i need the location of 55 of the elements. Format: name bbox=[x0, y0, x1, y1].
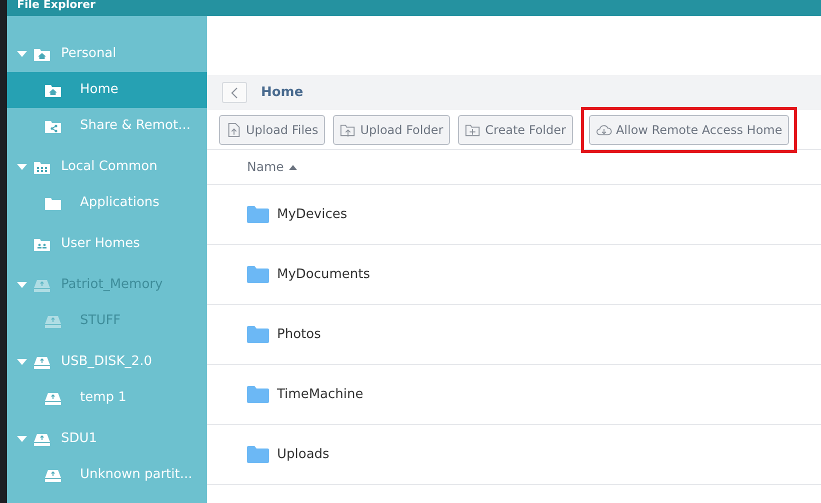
share-folder-icon bbox=[44, 118, 62, 134]
cloud-download-icon bbox=[596, 122, 612, 138]
file-row[interactable]: Uploads bbox=[207, 425, 821, 485]
add-folder-icon bbox=[465, 122, 482, 138]
drive-icon bbox=[44, 468, 62, 482]
toolbar-button[interactable]: Allow Remote Access Home bbox=[588, 115, 790, 145]
home-folder-icon bbox=[44, 82, 62, 98]
sidebar-item[interactable]: USB_DISK_2.0 bbox=[7, 344, 207, 380]
file-row[interactable]: MyDevices bbox=[207, 185, 821, 245]
upload-file-icon bbox=[226, 122, 242, 138]
sidebar-item[interactable]: User Homes bbox=[7, 226, 207, 262]
file-row[interactable]: MyDocuments bbox=[207, 245, 821, 305]
drive-icon bbox=[33, 278, 51, 292]
sidebar-item[interactable]: temp 1 bbox=[7, 380, 207, 416]
folder-icon bbox=[247, 266, 269, 283]
chevron-left-icon bbox=[230, 86, 238, 98]
sidebar-item[interactable]: Personal bbox=[7, 36, 207, 72]
file-row[interactable]: Photos bbox=[207, 305, 821, 365]
window-title: File Explorer bbox=[17, 0, 96, 10]
folder-icon bbox=[247, 446, 269, 463]
toolbar-button[interactable]: Upload Folder bbox=[333, 115, 450, 145]
breadcrumb-title: Home bbox=[261, 84, 304, 102]
sort-arrow-icon[interactable] bbox=[288, 164, 297, 170]
file-name: Uploads bbox=[277, 446, 330, 464]
folder-icon bbox=[247, 386, 269, 403]
caret-icon[interactable] bbox=[17, 436, 27, 442]
home-folder-icon bbox=[33, 46, 51, 62]
toolbar-button[interactable]: Create Folder bbox=[458, 115, 573, 145]
sidebar-item[interactable]: Home bbox=[7, 72, 207, 108]
file-name: MyDevices bbox=[277, 206, 348, 224]
drive-icon bbox=[44, 390, 62, 406]
caret-icon[interactable] bbox=[17, 51, 27, 57]
drive-icon bbox=[33, 432, 51, 446]
folder-icon bbox=[44, 196, 62, 210]
back-button[interactable] bbox=[222, 82, 247, 103]
caret-icon[interactable] bbox=[17, 359, 27, 365]
toolbar-button[interactable]: Upload Files bbox=[219, 115, 326, 145]
upload-folder-icon bbox=[340, 122, 356, 138]
folder-icon bbox=[247, 326, 269, 343]
column-header[interactable]: Name bbox=[247, 158, 284, 176]
file-row[interactable]: TimeMachine bbox=[207, 365, 821, 425]
grid-folder-icon bbox=[33, 160, 51, 174]
drive-icon bbox=[44, 314, 62, 328]
file-name: MyDocuments bbox=[277, 266, 370, 284]
sidebar-item[interactable]: Share & Remot... bbox=[7, 108, 207, 144]
folder-icon bbox=[247, 206, 269, 223]
file-name: Photos bbox=[277, 326, 321, 344]
caret-icon[interactable] bbox=[17, 164, 27, 170]
sidebar-item[interactable]: Applications bbox=[7, 185, 207, 221]
sidebar-item[interactable]: Local Common bbox=[7, 149, 207, 185]
users-folder-icon bbox=[33, 236, 51, 252]
sidebar-item[interactable]: Unknown partit... bbox=[7, 457, 207, 493]
drive-icon bbox=[33, 354, 51, 370]
sidebar-item[interactable]: SDU1 bbox=[7, 421, 207, 457]
file-name: TimeMachine bbox=[277, 386, 364, 404]
